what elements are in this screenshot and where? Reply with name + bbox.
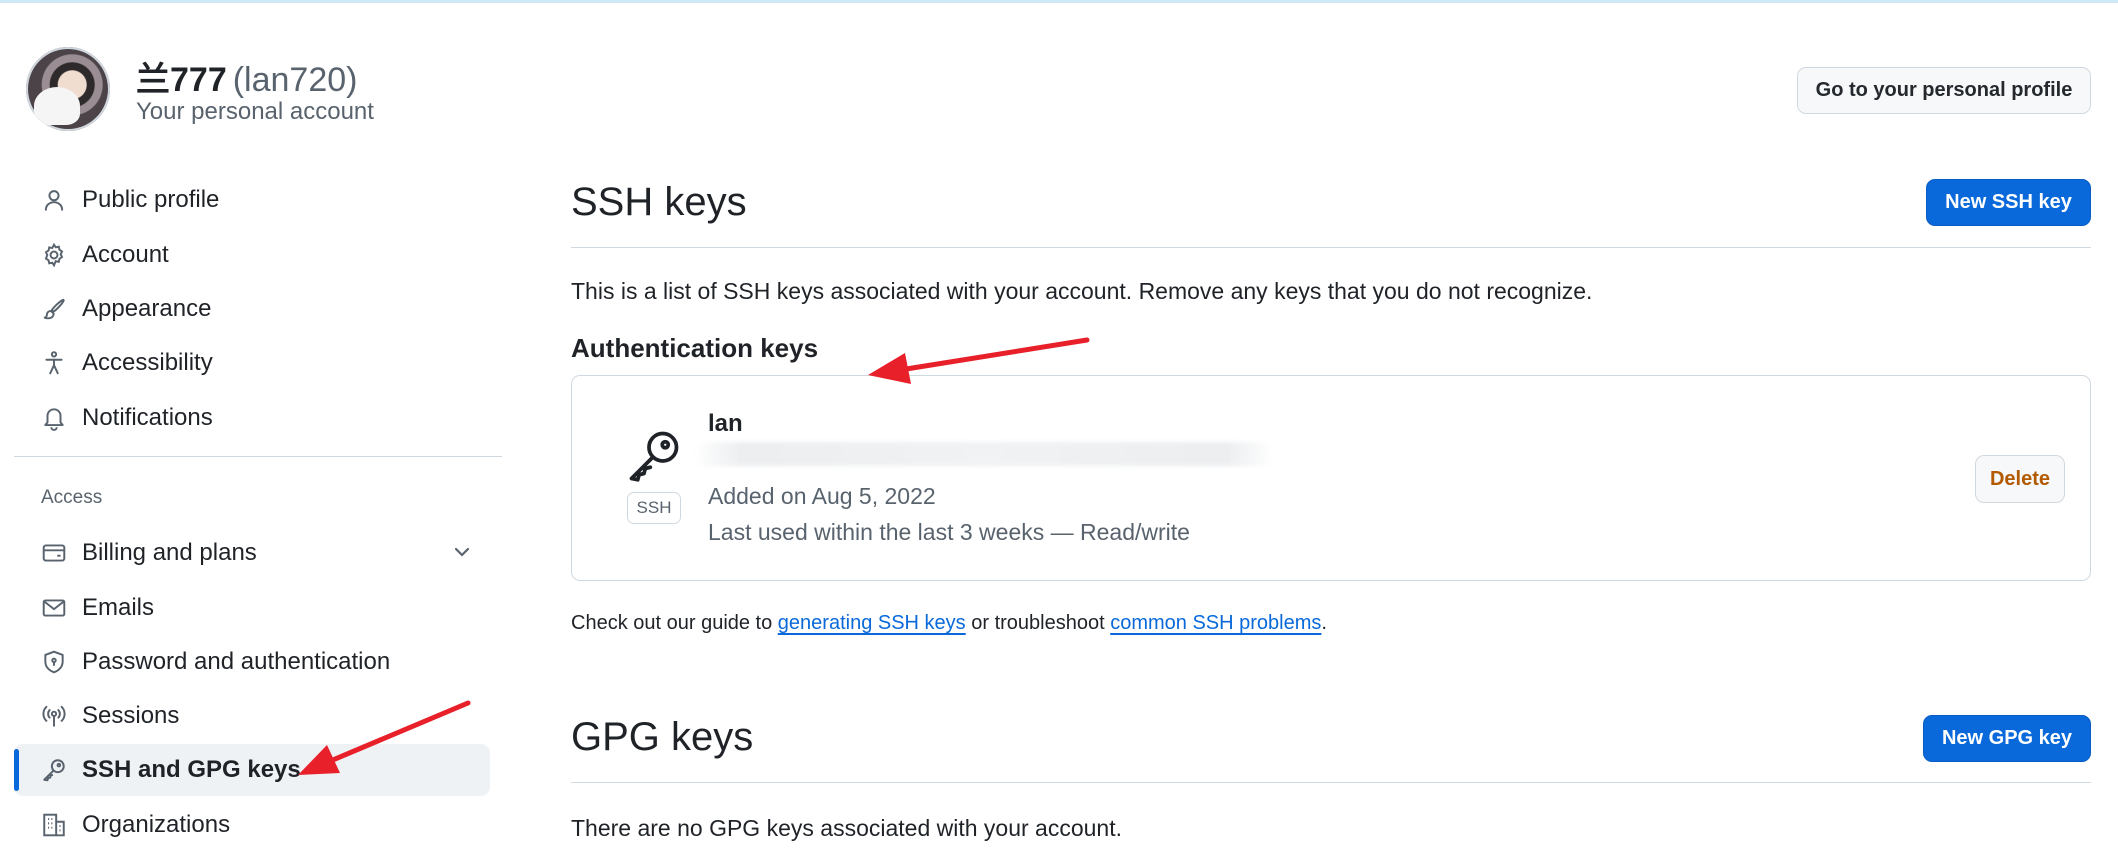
avatar[interactable] (26, 47, 110, 131)
sidebar-item-label: Account (82, 241, 169, 268)
guide-prefix: Check out our guide to (571, 612, 778, 634)
sidebar-item-sessions[interactable]: Sessions (14, 690, 490, 742)
sidebar-divider (14, 456, 502, 457)
sidebar-item-label: Notifications (82, 404, 213, 431)
key-title: lan (708, 410, 743, 437)
section-divider (571, 247, 2091, 248)
account-subtitle: Your personal account (136, 98, 374, 125)
guide-middle: or troubleshoot (965, 612, 1111, 634)
sidebar-item-password[interactable]: Password and authentication (14, 636, 490, 688)
common-ssh-problems-link[interactable]: common SSH problems (1110, 612, 1321, 634)
sidebar-item-organizations[interactable]: Organizations (14, 799, 490, 851)
sidebar-item-label: Organizations (82, 811, 231, 838)
section-divider (571, 782, 2091, 783)
bell-icon (40, 404, 68, 432)
sidebar-item-account[interactable]: Account (14, 229, 490, 281)
display-name: 兰777 (136, 61, 227, 99)
sidebar-item-label: Accessibility (82, 349, 213, 376)
top-border (0, 0, 2118, 3)
account-name: 兰777 (lan720) (136, 52, 357, 101)
sidebar-item-billing[interactable]: Billing and plans (14, 527, 490, 579)
sidebar-item-label: Password and authentication (82, 648, 391, 675)
gpg-empty-text: There are no GPG keys associated with yo… (571, 815, 1122, 841)
sidebar-item-label: Appearance (82, 295, 212, 322)
sidebar-item-emails[interactable]: Emails (14, 582, 490, 634)
generating-ssh-keys-link[interactable]: generating SSH keys (778, 612, 966, 634)
key-last-used: Last used within the last 3 weeks — Read… (708, 519, 1190, 545)
mail-icon (40, 594, 68, 622)
key-added-date: Added on Aug 5, 2022 (708, 483, 936, 509)
sidebar-item-ssh-gpg-keys[interactable]: SSH and GPG keys (14, 744, 490, 796)
sidebar-item-notifications[interactable]: Notifications (14, 392, 490, 444)
sidebar-heading-access: Access (41, 487, 103, 508)
sidebar-item-appearance[interactable]: Appearance (14, 283, 490, 335)
auth-keys-heading: Authentication keys (571, 333, 819, 363)
sidebar-item-label: Public profile (82, 186, 220, 213)
credit-card-icon (40, 539, 68, 567)
ssh-badge: SSH (627, 492, 681, 524)
gear-icon (40, 241, 68, 269)
chevron-down-icon[interactable] (450, 540, 474, 564)
sidebar-item-label: Emails (82, 594, 155, 621)
guide-suffix: . (1321, 612, 1327, 634)
new-ssh-key-button[interactable]: New SSH key (1926, 179, 2091, 226)
sidebar-item-label: SSH and GPG keys (82, 756, 301, 783)
sidebar-item-label: Billing and plans (82, 539, 257, 566)
sidebar-item-label: Sessions (82, 702, 180, 729)
person-icon (40, 186, 68, 214)
key-icon (629, 431, 679, 482)
paintbrush-icon (40, 295, 68, 323)
shield-lock-icon (40, 648, 68, 676)
sidebar-item-accessibility[interactable]: Accessibility (14, 337, 490, 389)
account-login: (lan720) (232, 61, 358, 99)
new-gpg-key-button[interactable]: New GPG key (1923, 715, 2091, 762)
ssh-keys-title: SSH keys (571, 180, 747, 224)
ssh-description: This is a list of SSH keys associated wi… (571, 278, 1593, 304)
key-icon (40, 756, 68, 784)
key-fingerprint-redacted (694, 442, 1274, 466)
broadcast-icon (40, 702, 68, 730)
organization-icon (40, 811, 68, 839)
sidebar-item-public-profile[interactable]: Public profile (14, 174, 490, 226)
gpg-keys-title: GPG keys (571, 715, 754, 759)
ssh-guide-text: Check out our guide to generating SSH ke… (571, 612, 1327, 635)
ssh-key-item: SSH lan Added on Aug 5, 2022 Last used w… (571, 375, 2091, 581)
active-indicator (14, 749, 19, 791)
accessibility-icon (40, 349, 68, 377)
delete-key-button[interactable]: Delete (1975, 455, 2065, 503)
go-to-profile-button[interactable]: Go to your personal profile (1797, 67, 2091, 114)
